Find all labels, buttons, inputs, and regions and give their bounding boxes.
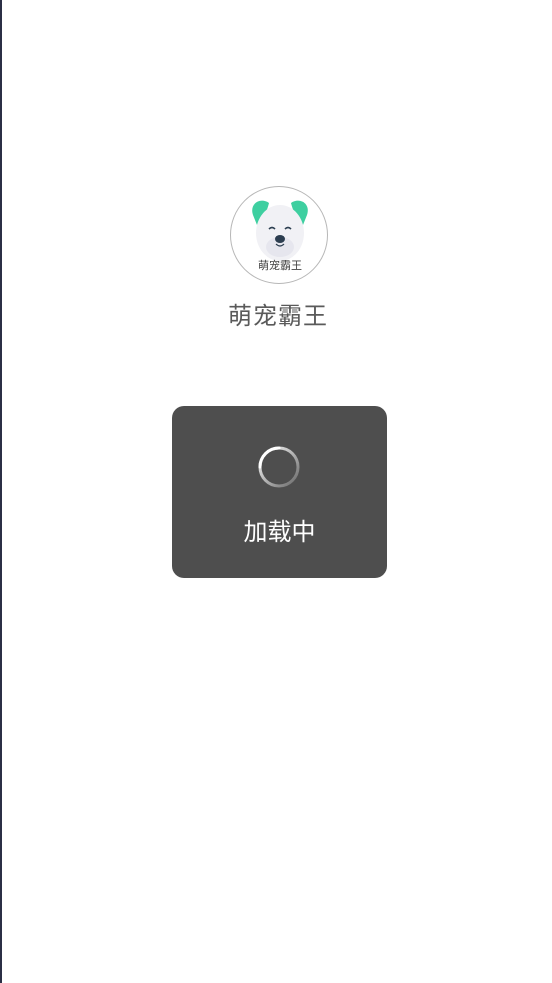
logo-caption: 萌宠霸王: [258, 258, 302, 272]
app-logo: 萌宠霸王: [230, 186, 328, 284]
splash-screen: 萌宠霸王 萌宠霸王 加载中: [0, 0, 552, 983]
loading-toast: 加载中: [172, 406, 387, 578]
dog-mascot-icon: 萌宠霸王: [252, 200, 308, 272]
loading-label: 加载中: [243, 518, 316, 546]
loading-spinner-icon: [258, 446, 300, 488]
app-name: 萌宠霸王: [228, 302, 328, 330]
